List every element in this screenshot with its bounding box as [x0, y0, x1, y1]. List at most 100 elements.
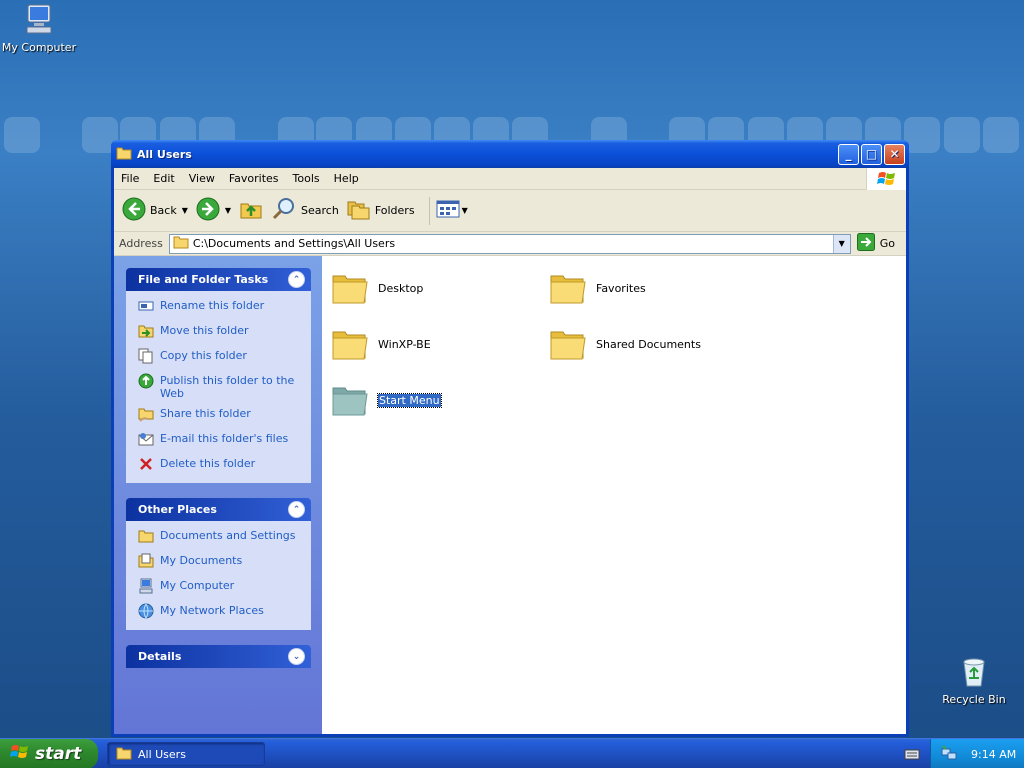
address-bar: Address C:\Documents and Settings\All Us…: [114, 232, 906, 256]
menu-bar: File Edit View Favorites Tools Help: [114, 168, 906, 190]
place-my-computer[interactable]: My Computer: [138, 578, 303, 597]
folder-item[interactable]: WinXP-BE: [331, 324, 431, 365]
task-publish-web[interactable]: Publish this folder to the Web: [138, 373, 303, 400]
chevron-down-icon: ▼: [838, 239, 845, 248]
publish-web-icon: [138, 373, 154, 392]
place-label: My Computer: [160, 579, 235, 592]
desktop-icon-my-computer[interactable]: My Computer: [0, 2, 79, 54]
folders-icon: [347, 198, 371, 223]
go-label: Go: [879, 237, 895, 250]
forward-button[interactable]: ▼: [196, 197, 231, 224]
back-arrow-icon: [122, 197, 146, 224]
desktop-icon-label: My Computer: [1, 41, 77, 54]
desktop-icon-label: Recycle Bin: [942, 693, 1006, 706]
folder-name: Favorites: [596, 282, 646, 295]
folder-item[interactable]: Desktop: [331, 268, 423, 309]
desktop-icon-recycle-bin[interactable]: Recycle Bin: [934, 656, 1014, 706]
up-folder-icon: [239, 197, 263, 224]
place-documents-and-settings[interactable]: Documents and Settings: [138, 529, 303, 547]
network-icon[interactable]: [941, 744, 957, 764]
start-button[interactable]: start: [0, 739, 98, 768]
go-arrow-icon: [856, 233, 875, 254]
task-pane: File and Folder Tasks ⌃ Rename this fold…: [114, 256, 322, 734]
task-email-files[interactable]: E-mail this folder's files: [138, 432, 303, 450]
dropdown-arrow-icon[interactable]: ▼: [182, 206, 188, 215]
place-label: My Documents: [160, 554, 243, 567]
clock[interactable]: 9:14 AM: [971, 748, 1016, 761]
task-label: Publish this folder to the Web: [160, 374, 295, 400]
taskbar-window-button[interactable]: All Users: [107, 742, 265, 766]
taskbar: start All Users 9:14 AM: [0, 738, 1024, 768]
menu-file[interactable]: File: [114, 172, 146, 185]
place-my-documents[interactable]: My Documents: [138, 553, 303, 572]
menu-favorites[interactable]: Favorites: [222, 172, 286, 185]
menu-view[interactable]: View: [182, 172, 222, 185]
panel-body: Rename this folder Move this folder Copy…: [126, 291, 311, 483]
place-my-network-places[interactable]: My Network Places: [138, 603, 303, 622]
minimize-icon: _: [845, 147, 852, 161]
recycle-bin-icon: [934, 656, 1014, 691]
panel-header[interactable]: Details ⌄: [126, 645, 311, 668]
up-folder-button[interactable]: [239, 197, 263, 224]
window-content: File and Folder Tasks ⌃ Rename this fold…: [114, 256, 906, 734]
minimize-button[interactable]: _: [838, 143, 859, 165]
dropdown-arrow-icon[interactable]: ▼: [225, 206, 231, 215]
maximize-button[interactable]: □: [861, 143, 882, 165]
share-folder-icon: [138, 406, 154, 425]
back-button[interactable]: Back ▼: [122, 197, 188, 224]
network-places-icon: [138, 603, 154, 622]
dropdown-arrow-icon[interactable]: ▼: [462, 206, 468, 215]
place-label: Documents and Settings: [160, 529, 296, 542]
task-share-folder[interactable]: Share this folder: [138, 407, 303, 425]
address-dropdown-button[interactable]: ▼: [832, 234, 850, 253]
menu-tools[interactable]: Tools: [286, 172, 327, 185]
my-computer-icon: [138, 578, 154, 597]
file-folder-tasks-panel: File and Folder Tasks ⌃ Rename this fold…: [126, 268, 311, 483]
maximize-icon: □: [865, 147, 878, 161]
folder-icon: [116, 146, 132, 163]
menu-help[interactable]: Help: [327, 172, 366, 185]
panel-title: Other Places: [138, 503, 217, 516]
collapse-chevron-icon[interactable]: ⌃: [288, 501, 305, 518]
panel-title: Details: [138, 650, 182, 663]
window-title: All Users: [137, 147, 192, 161]
menu-edit[interactable]: Edit: [146, 172, 181, 185]
address-input[interactable]: C:\Documents and Settings\All Users ▼: [168, 233, 851, 254]
search-button[interactable]: Search: [271, 197, 339, 224]
panel-body: Documents and Settings My Documents My C…: [126, 521, 311, 630]
go-button[interactable]: Go: [856, 233, 901, 254]
details-panel: Details ⌄: [126, 645, 311, 668]
task-copy-folder[interactable]: Copy this folder: [138, 348, 303, 367]
task-label: Rename this folder: [160, 299, 265, 312]
task-rename-folder[interactable]: Rename this folder: [138, 299, 303, 317]
views-button[interactable]: ▼: [436, 199, 468, 222]
task-delete-folder[interactable]: Delete this folder: [138, 457, 303, 475]
other-places-panel: Other Places ⌃ Documents and Settings My…: [126, 498, 311, 630]
folder-name: WinXP-BE: [378, 338, 431, 351]
folder-icon: [173, 235, 189, 252]
file-view: Desktop Favorites WinXP-BE Shared Docume…: [322, 256, 906, 734]
copy-icon: [138, 348, 154, 367]
back-label: Back: [150, 204, 177, 217]
folder-icon: [331, 380, 369, 421]
rename-icon: [138, 298, 154, 317]
folders-label: Folders: [374, 204, 415, 217]
folder-item-selected[interactable]: Start Menu: [331, 380, 442, 421]
folder-item[interactable]: Shared Documents: [549, 324, 701, 365]
panel-header[interactable]: File and Folder Tasks ⌃: [126, 268, 311, 291]
collapse-chevron-icon[interactable]: ⌃: [288, 271, 305, 288]
folder-item[interactable]: Favorites: [549, 268, 646, 309]
keyboard-icon[interactable]: [904, 747, 920, 764]
panel-title: File and Folder Tasks: [138, 273, 269, 286]
folder-icon: [331, 268, 369, 309]
expand-chevron-icon[interactable]: ⌄: [288, 648, 305, 665]
task-move-folder[interactable]: Move this folder: [138, 324, 303, 342]
forward-arrow-icon: [196, 197, 220, 224]
panel-header[interactable]: Other Places ⌃: [126, 498, 311, 521]
my-computer-icon: [0, 2, 79, 39]
window-titlebar[interactable]: All Users _ □ ✕: [111, 140, 909, 168]
folder-icon: [549, 324, 587, 365]
close-icon: ✕: [889, 147, 900, 161]
close-button[interactable]: ✕: [884, 143, 905, 165]
folders-button[interactable]: Folders: [347, 198, 415, 223]
